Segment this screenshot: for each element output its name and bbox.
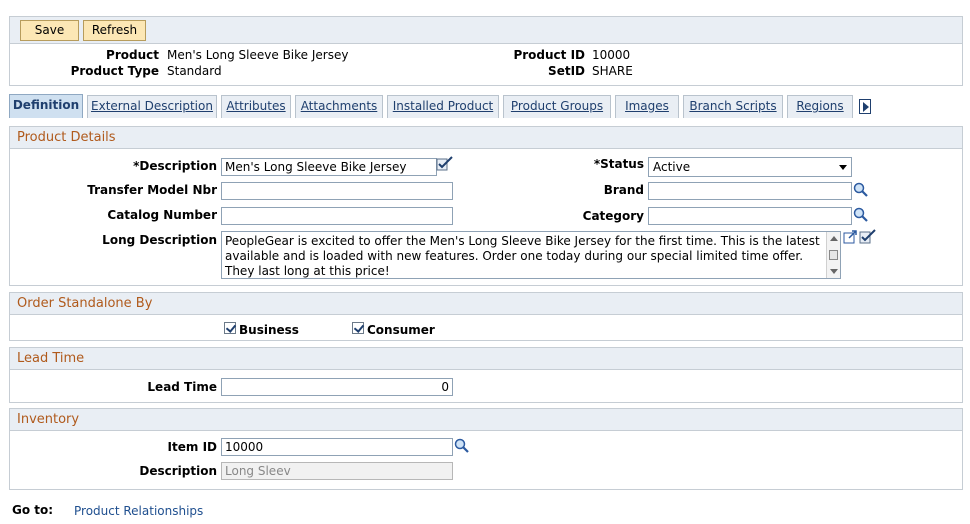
scroll-thumb[interactable] <box>829 250 838 260</box>
lead-time-input[interactable]: 0 <box>221 378 453 396</box>
scroll-down-icon[interactable] <box>830 269 838 274</box>
lead-time-section: Lead Time Lead Time 0 <box>9 347 963 403</box>
brand-lookup-search-icon[interactable] <box>853 182 869 198</box>
product-details-title: Product Details <box>10 127 962 149</box>
transfer-model-label: Transfer Model Nbr <box>87 183 217 197</box>
inventory-title: Inventory <box>10 409 962 431</box>
toolbar: Save Refresh <box>9 16 963 44</box>
tab-external-description[interactable]: External Description <box>87 95 217 118</box>
description-input[interactable]: Men's Long Sleeve Bike Jersey <box>221 158 437 176</box>
transfer-model-input[interactable] <box>221 182 453 200</box>
goto-label: Go to: <box>12 503 54 517</box>
scroll-up-icon[interactable] <box>830 236 838 241</box>
product-type-value: Standard <box>167 64 222 78</box>
consumer-label: Consumer <box>367 323 435 337</box>
product-details-section: Product Details *Description Men's Long … <box>9 126 963 286</box>
long-description-textarea[interactable]: PeopleGear is excited to offer the Men's… <box>221 231 841 279</box>
product-id-value: 10000 <box>592 48 631 62</box>
status-select[interactable]: Active <box>648 157 852 177</box>
spell-check-icon[interactable] <box>436 156 454 172</box>
category-input[interactable] <box>648 207 852 225</box>
tab-scroll-right-icon[interactable] <box>859 99 871 114</box>
business-checkbox[interactable] <box>224 322 236 334</box>
tab-bar: Definition External Description Attribut… <box>9 94 963 118</box>
status-selected-value: Active <box>653 160 691 174</box>
tab-product-groups[interactable]: Product Groups <box>503 95 611 118</box>
inventory-description-input: Long Sleev <box>221 462 453 480</box>
textarea-scrollbar[interactable] <box>826 232 840 278</box>
business-label: Business <box>239 323 299 337</box>
order-standalone-section: Order Standalone By Business Consumer <box>9 292 963 341</box>
lead-time-label: Lead Time <box>147 380 217 394</box>
item-id-lookup-search-icon[interactable] <box>454 438 470 454</box>
tab-installed-product[interactable]: Installed Product <box>387 95 499 118</box>
category-lookup-search-icon[interactable] <box>853 207 869 223</box>
save-button[interactable]: Save <box>20 20 79 41</box>
tab-branch-scripts[interactable]: Branch Scripts <box>683 95 783 118</box>
catalog-number-input[interactable] <box>221 207 453 225</box>
chevron-down-icon <box>839 165 847 170</box>
product-relationships-link[interactable]: Product Relationships <box>74 504 203 518</box>
item-id-label: Item ID <box>167 440 217 454</box>
setid-value: SHARE <box>592 64 633 78</box>
long-description-label: Long Description <box>102 233 217 247</box>
expand-popup-icon[interactable] <box>843 230 858 244</box>
long-description-text: PeopleGear is excited to offer the Men's… <box>225 234 820 278</box>
catalog-number-label: Catalog Number <box>107 208 217 222</box>
product-header: Product Men's Long Sleeve Bike Jersey Pr… <box>9 44 963 86</box>
refresh-button[interactable]: Refresh <box>83 20 146 41</box>
brand-label: Brand <box>603 183 644 197</box>
tab-definition[interactable]: Definition <box>9 94 83 118</box>
brand-input[interactable] <box>648 182 852 200</box>
long-description-spell-check-icon[interactable] <box>859 229 877 245</box>
inventory-description-label: Description <box>139 464 217 478</box>
item-id-input[interactable]: 10000 <box>221 438 453 456</box>
product-type-label: Product Type <box>70 64 159 78</box>
tab-attachments[interactable]: Attachments <box>295 95 383 118</box>
order-standalone-title: Order Standalone By <box>10 293 962 315</box>
tab-attributes[interactable]: Attributes <box>221 95 291 118</box>
inventory-section: Inventory Item ID 10000 Description Long… <box>9 408 963 490</box>
setid-label: SetID <box>548 64 585 78</box>
tab-images[interactable]: Images <box>615 95 679 118</box>
category-label: Category <box>582 209 644 223</box>
description-label: *Description <box>133 159 217 173</box>
consumer-checkbox[interactable] <box>352 322 364 334</box>
lead-time-title: Lead Time <box>10 348 962 370</box>
product-id-label: Product ID <box>513 48 585 62</box>
product-value: Men's Long Sleeve Bike Jersey <box>167 48 349 62</box>
product-label: Product <box>106 48 159 62</box>
status-label: *Status <box>593 157 644 171</box>
tab-regions[interactable]: Regions <box>787 95 853 118</box>
